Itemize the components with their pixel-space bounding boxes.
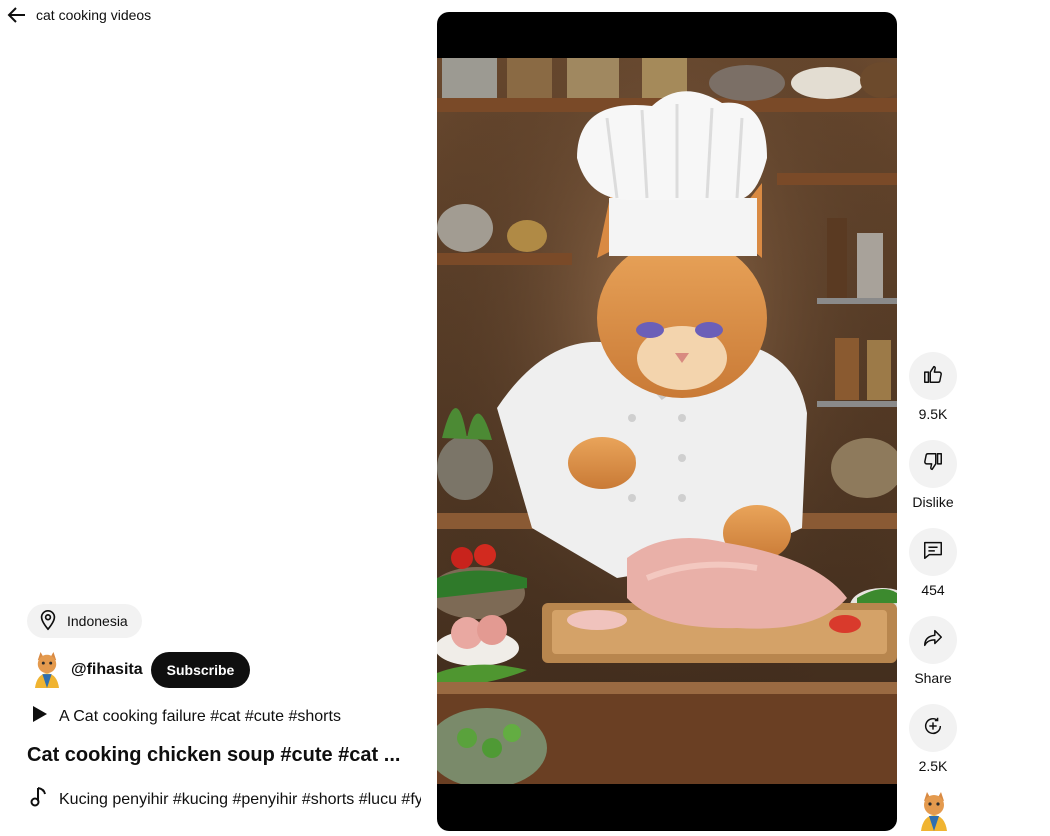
like-count: 9.5K [918,406,948,422]
related-video-link[interactable]: A Cat cooking failure #cat #cute #shorts [29,704,341,729]
music-link[interactable]: Kucing penyihir #kucing #penyihir #short… [29,786,421,813]
remix-button[interactable] [909,704,957,752]
back-arrow-icon[interactable] [6,4,28,26]
remix-icon [922,715,944,742]
music-track-label: Kucing penyihir #kucing #penyihir #short… [59,790,421,808]
music-note-icon [29,786,49,813]
like-action: 9.5K [909,352,957,422]
dislike-action: Dislike [909,440,957,510]
related-video-title: A Cat cooking failure #cat #cute #shorts [59,707,341,725]
like-button[interactable] [909,352,957,400]
location-chip[interactable]: Indonesia [27,604,142,638]
top-bar: cat cooking videos [6,4,151,26]
thumbs-up-icon [922,363,944,390]
subscribe-button[interactable]: Subscribe [150,652,251,688]
play-icon [29,704,49,729]
comment-action: 454 [909,528,957,598]
location-pin-icon [37,609,59,634]
remix-action: 2.5K [909,704,957,774]
channel-avatar-small[interactable] [917,792,951,831]
dislike-button[interactable] [909,440,957,488]
comment-icon [922,539,944,566]
dislike-label: Dislike [912,494,954,510]
remix-count: 2.5K [918,758,948,774]
location-label: Indonesia [67,613,128,629]
channel-avatar[interactable] [31,652,63,688]
comment-button[interactable] [909,528,957,576]
video-title: Cat cooking chicken soup #cute #cat ... [27,744,401,766]
share-label: Share [914,670,952,686]
video-player[interactable] [437,12,897,831]
share-action: Share [909,616,957,686]
search-query-title: cat cooking videos [36,7,152,23]
channel-row: @fihasita Subscribe [31,652,251,688]
thumbs-down-icon [922,451,944,478]
channel-handle[interactable]: @fihasita [71,661,143,679]
comment-count: 454 [921,582,945,598]
video-frame [437,58,897,784]
share-arrow-icon [922,627,944,654]
share-button[interactable] [909,616,957,664]
